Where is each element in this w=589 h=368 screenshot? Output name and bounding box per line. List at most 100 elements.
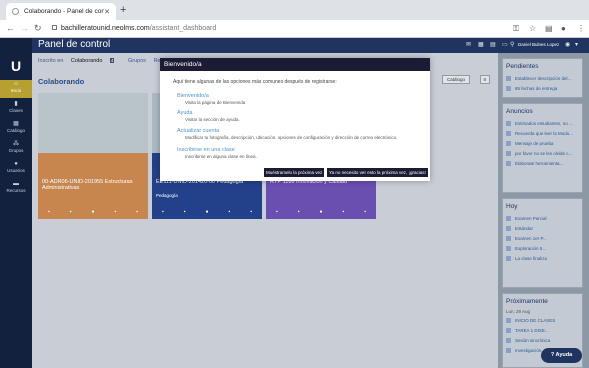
more-menu-icon[interactable]: ⋮ (577, 24, 585, 33)
help-label: Ayuda (555, 352, 573, 358)
modal-title: Bienvenido/a (160, 58, 430, 71)
doc-icon[interactable]: ▪ (276, 209, 278, 217)
list-item[interactable]: Estándar (503, 224, 582, 234)
search-icon[interactable]: ⚲ (510, 41, 514, 48)
option-desc: Inscribirse en alguna clase en línea. (185, 154, 257, 159)
list-item[interactable]: Mensaje de prueba (503, 139, 582, 149)
tab-label: Colaborando (70, 58, 103, 64)
class-card[interactable]: 00-ADR06-UNID-201955 Estructuras Adminis… (38, 93, 148, 219)
sidebar-item-grupos[interactable]: ⁂ Grupos (0, 140, 32, 158)
section-title: Colaborando (38, 77, 85, 86)
list-item[interactable]: por favor no se les olvide c... (503, 149, 582, 159)
alerts-icon[interactable]: ▤ (490, 41, 496, 48)
sidebar-item-inicio[interactable]: ⌂ Inicio (0, 80, 32, 98)
list-icon[interactable]: ▪ (70, 209, 72, 217)
sidebar-item-label: Recursos (6, 188, 26, 193)
lock-icon (52, 25, 57, 30)
option-link[interactable]: Inscribirse en una clase (177, 147, 257, 153)
sidebar-item-label: Inicio (10, 88, 22, 93)
pin-icon[interactable]: ▪ (228, 209, 230, 217)
sidebar: U ⌂ Inicio ▮ Clases ▦ Catálogo ⁂ Grupos ● Usu… (0, 38, 32, 368)
chat-icon[interactable]: ▭ (502, 41, 508, 48)
new-tab-icon[interactable]: + (120, 4, 126, 16)
tab-colaborando[interactable]: Colaborando 4 (71, 58, 121, 64)
top-bar: Panel de control ✉ ▦ ▤ ▭ ⚲ Daniel Bulnes… (32, 38, 589, 53)
option-bienvenida: Bienvenido/a Visita la página de Bienven… (177, 93, 245, 105)
chevron-down-icon[interactable]: ▾ (575, 41, 578, 48)
list-icon[interactable]: ▪ (298, 209, 300, 217)
list-item[interactable]: Sesión sincrónica (503, 336, 582, 346)
list-item[interactable]: TAREA 1 DISE... (503, 326, 582, 336)
list-item[interactable]: Elaborate herramienta... (503, 159, 582, 169)
list-icon[interactable]: ▪ (184, 209, 186, 217)
forward-icon[interactable]: → (20, 23, 29, 33)
list-item[interactable]: Exploración II... (503, 244, 582, 254)
doc-icon[interactable]: ▪ (48, 209, 50, 217)
class-card-subtitle: Pedagogía (156, 193, 178, 198)
pin-icon[interactable]: ▪ (114, 209, 116, 217)
option-desc: Modificar tu fotografía, descripción, ub… (185, 135, 398, 140)
browser-tab[interactable]: Colaborando - Panel de control ✕ (6, 3, 116, 20)
class-card-actions: ▪ ▪ ● ▪ ▪ (152, 209, 262, 217)
catalog-button[interactable]: Catálogo (442, 75, 471, 84)
back-icon[interactable]: ← (6, 23, 15, 33)
book-icon: ▮ (14, 101, 18, 107)
sidebar-item-recursos[interactable]: ▬ Recursos (0, 180, 32, 198)
class-card-image (38, 93, 148, 153)
option-link[interactable]: Actualizar cuenta (177, 128, 397, 134)
globe-icon[interactable]: ● (91, 209, 94, 217)
help-button[interactable]: ? Ayuda (541, 348, 582, 363)
tab-inscrito[interactable]: Inscrito en (38, 58, 63, 64)
option-actualizar: Actualizar cuenta Modificar tu fotografí… (177, 128, 397, 140)
class-card-title[interactable]: 00-ADR06-UNID-201955 Estructuras Adminis… (42, 179, 144, 191)
tab-grupos[interactable]: Grupos (128, 58, 146, 64)
dont-show-again-button[interactable]: Ya no necesito ver esto la próxima vez, … (327, 168, 428, 177)
list-item[interactable]: 85 fechas de entrega (503, 84, 582, 94)
file-icon[interactable]: ▪ (136, 209, 138, 217)
key-icon[interactable]: ⚿ (513, 24, 519, 34)
list-item[interactable]: Examen Parcial (503, 214, 582, 224)
pin-icon[interactable]: ▪ (342, 209, 344, 217)
anuncios-panel: Anuncios Estimados estudiantes, no ... R… (502, 103, 583, 193)
user-icon: ● (14, 161, 18, 167)
file-icon[interactable]: ▪ (250, 209, 252, 217)
panel-date: Lun, 29 Aug (506, 309, 531, 314)
list-item[interactable]: Estimados estudiantes, no ... (503, 119, 582, 129)
doc-icon[interactable]: ▪ (162, 209, 164, 217)
mail-icon[interactable]: ✉ (466, 41, 471, 48)
list-item[interactable]: La clase finaliza (503, 254, 582, 264)
logo[interactable]: U (7, 56, 25, 76)
profile-icon[interactable]: ● (561, 24, 566, 33)
notifications-icon[interactable]: ▦ (478, 41, 484, 48)
panel-title: Pendientes (506, 63, 539, 70)
sidebar-item-catalogo[interactable]: ▦ Catálogo (0, 120, 32, 138)
user-name[interactable]: Daniel Bulnes Lopez (518, 42, 559, 47)
sidebar-item-label: Grupos (8, 148, 24, 153)
url-path: /assistant_dashboard (149, 25, 217, 32)
star-icon[interactable]: ☆ (529, 24, 536, 33)
catalog-label: Catálogo (447, 77, 466, 82)
list-item[interactable]: Establecer descripción del... (503, 74, 582, 84)
show-next-time-button[interactable]: Muéstramelo la próxima vez (264, 168, 325, 177)
reload-icon[interactable]: ↻ (34, 23, 42, 34)
sidebar-item-usuarios[interactable]: ● Usuarios (0, 160, 32, 178)
close-tab-icon[interactable]: ✕ (104, 8, 110, 16)
address-bar-row: ← → ↻ bachilleratounid.neolms.com/assist… (0, 20, 589, 38)
option-link[interactable]: Ayuda (177, 110, 240, 116)
list-item[interactable]: INICIO DE CLASES (503, 316, 582, 326)
option-link[interactable]: Bienvenido/a (177, 93, 245, 99)
file-icon[interactable]: ▪ (364, 209, 366, 217)
avatar[interactable]: ◉ (565, 41, 570, 48)
globe-icon[interactable]: ● (205, 209, 208, 217)
sidebar-item-label: Usuarios (7, 168, 25, 173)
sidebar-item-clases[interactable]: ▮ Clases (0, 100, 32, 118)
url-field[interactable]: bachilleratounid.neolms.com/assistant_da… (52, 23, 500, 35)
list-item[interactable]: Recuerda que leer la Modu... (503, 129, 582, 139)
extension-icon[interactable]: ▤ (545, 24, 553, 33)
list-item[interactable]: Examen 1er P... (503, 234, 582, 244)
option-inscribirse: Inscribirse en una clase Inscribirse en … (177, 147, 257, 159)
list-view-icon[interactable]: ≡ (480, 75, 490, 84)
option-desc: Visita la página de Bienvenida (185, 100, 246, 105)
globe-icon[interactable]: ● (319, 209, 322, 217)
panel-title: Anuncios (506, 108, 533, 115)
